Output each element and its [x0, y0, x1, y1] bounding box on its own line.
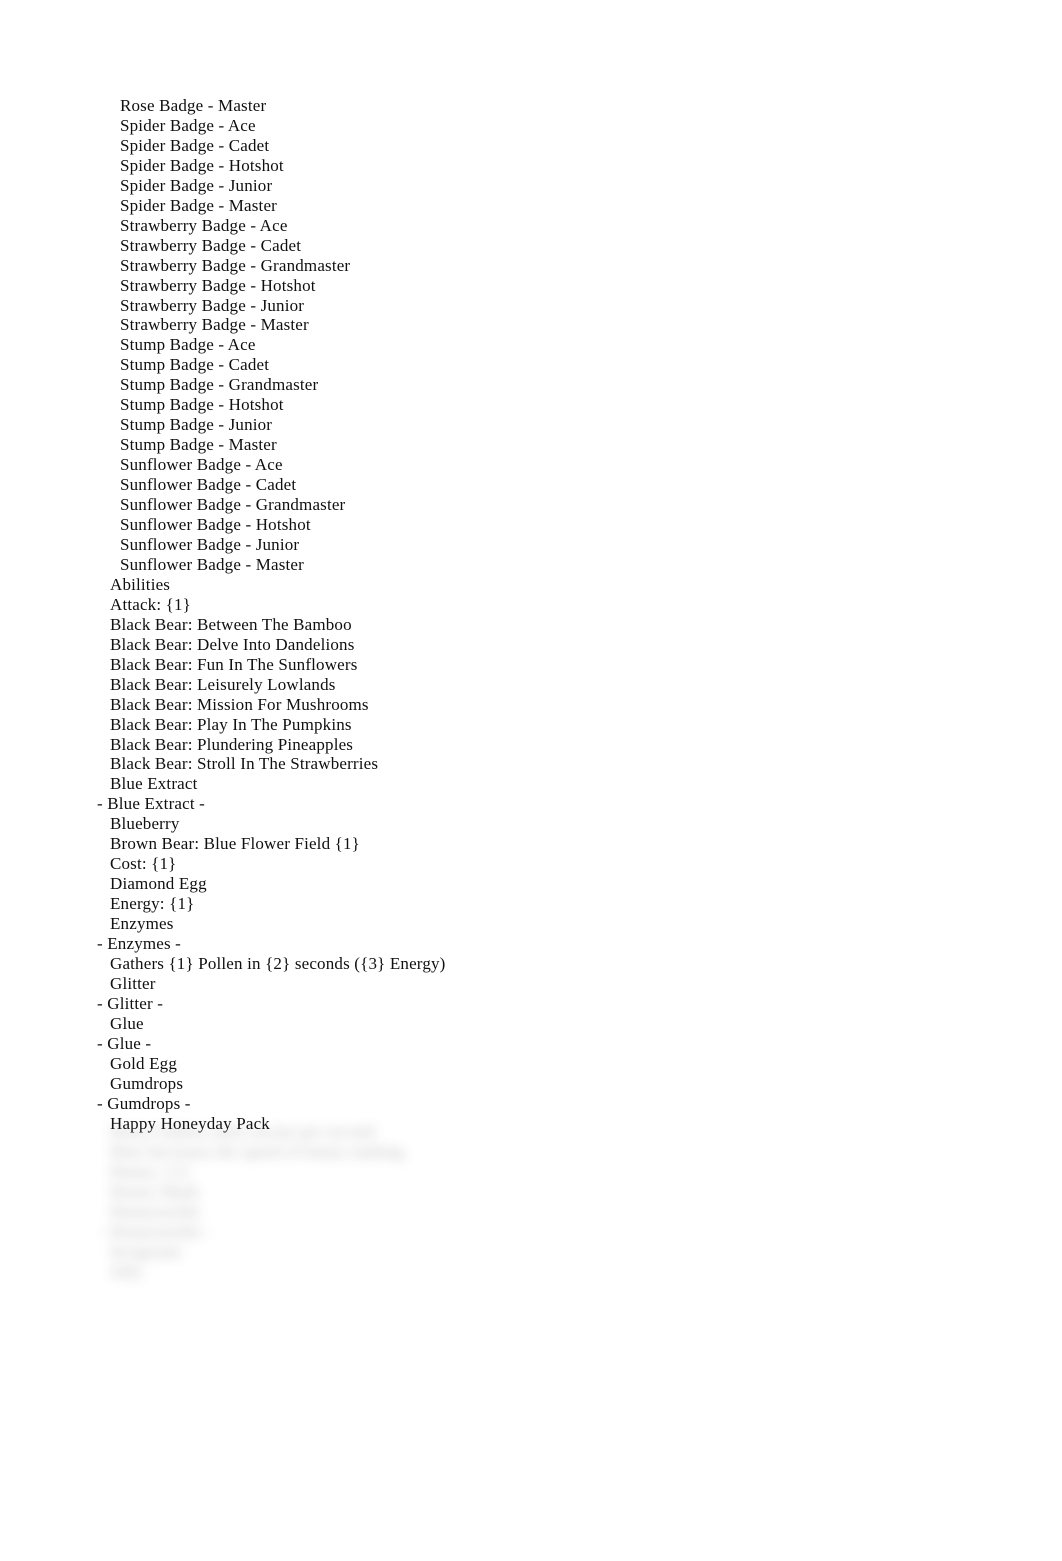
text-line: Spider Badge - Hotshot: [120, 155, 284, 175]
text-line: Black Bear: Between The Bamboo: [110, 614, 352, 634]
text-line: Glue: [110, 1013, 144, 1033]
text-line: Spider Badge - Junior: [120, 175, 273, 195]
document-page: Rose Badge - Master Spider Badge - Ace Spi…: [0, 0, 1062, 1561]
text-line: Black Bear: Fun In The Sunflowers: [110, 654, 358, 674]
blurred-text-line: Heat Increases the speed of honey making: [110, 1141, 404, 1161]
text-line: Sunflower Badge - Grandmaster: [120, 495, 346, 515]
text-line: Stump Badge - Junior: [120, 415, 273, 435]
blurred-text-line: Jelly: [110, 1261, 143, 1281]
text-line: Cost: {1}: [110, 854, 177, 874]
text-line: Strawberry Badge - Cadet: [120, 235, 302, 255]
text-line: Black Bear: Play In The Pumpkins: [110, 714, 352, 734]
text-line: Stump Badge - Cadet: [120, 355, 270, 375]
text-line: Strawberry Badge - Ace: [120, 215, 288, 235]
text-line: Brown Bear: Blue Flower Field {1}: [110, 834, 360, 854]
text-line: Abilities: [110, 574, 171, 594]
text-line: Enzymes: [110, 914, 174, 934]
text-line: Black Bear: Stroll In The Strawberries: [110, 754, 379, 774]
text-line: Black Bear: Leisurely Lowlands: [110, 674, 336, 694]
text-line: Blueberry: [110, 814, 180, 834]
text-line: Sunflower Badge - Hotshot: [120, 515, 311, 535]
text-line: Spider Badge - Master: [120, 195, 278, 215]
text-line: - Glitter -: [97, 993, 164, 1013]
text-line: - Glue -: [97, 1033, 152, 1053]
blurred-text-line: Invigorate: [110, 1241, 182, 1261]
text-line: Happy Honeyday Pack: [110, 1113, 270, 1133]
text-line: Black Bear: Mission For Mushrooms: [110, 694, 369, 714]
text-line: Stump Badge - Grandmaster: [120, 375, 319, 395]
text-line: - Blue Extract -: [97, 794, 205, 814]
text-line: Strawberry Badge - Grandmaster: [120, 255, 351, 275]
text-line: Sunflower Badge - Ace: [120, 455, 283, 475]
blurred-text-line: - Honeysuckle -: [100, 1221, 212, 1241]
text-line-list: Rose Badge - Master Spider Badge - Ace Spi…: [0, 96, 1062, 1134]
text-line: Sunflower Badge - Junior: [120, 534, 300, 554]
text-line: Glitter: [110, 973, 156, 993]
text-line: Gathers {1} Pollen in {2} seconds ({3} E…: [110, 953, 446, 973]
blurred-text-region: Haste Gathers more nectar per second Heat…: [100, 1122, 470, 1281]
text-line: Black Bear: Plundering Pineapples: [110, 734, 354, 754]
text-line: Diamond Egg: [110, 874, 207, 894]
text-line: Spider Badge - Cadet: [120, 135, 270, 155]
text-line: Black Bear: Delve Into Dandelions: [110, 634, 355, 654]
text-line: - Gumdrops -: [97, 1093, 191, 1113]
text-line: - Enzymes -: [97, 934, 182, 954]
text-line: Stump Badge - Ace: [120, 335, 256, 355]
text-line: Energy: {1}: [110, 894, 195, 914]
text-line: Sunflower Badge - Cadet: [120, 475, 297, 495]
text-line: Spider Badge - Ace: [120, 115, 256, 135]
text-line: Blue Extract: [110, 774, 198, 794]
blurred-text-line: Honeysuckle: [110, 1201, 201, 1221]
text-line: Strawberry Badge - Junior: [120, 295, 305, 315]
text-line: Gumdrops: [110, 1073, 184, 1093]
text-line: Gold Egg: [110, 1053, 177, 1073]
text-line: Stump Badge - Hotshot: [120, 395, 284, 415]
text-line: Attack: {1}: [110, 594, 191, 614]
blurred-text-line: Honey: {1}: [110, 1161, 191, 1181]
text-line: Strawberry Badge - Master: [120, 315, 309, 335]
text-line: Strawberry Badge - Hotshot: [120, 275, 316, 295]
text-line: Stump Badge - Master: [120, 435, 277, 455]
text-line: Sunflower Badge - Master: [120, 554, 304, 574]
text-line: Rose Badge - Master: [120, 96, 267, 115]
blurred-text-line: Honey Mask: [110, 1181, 200, 1201]
